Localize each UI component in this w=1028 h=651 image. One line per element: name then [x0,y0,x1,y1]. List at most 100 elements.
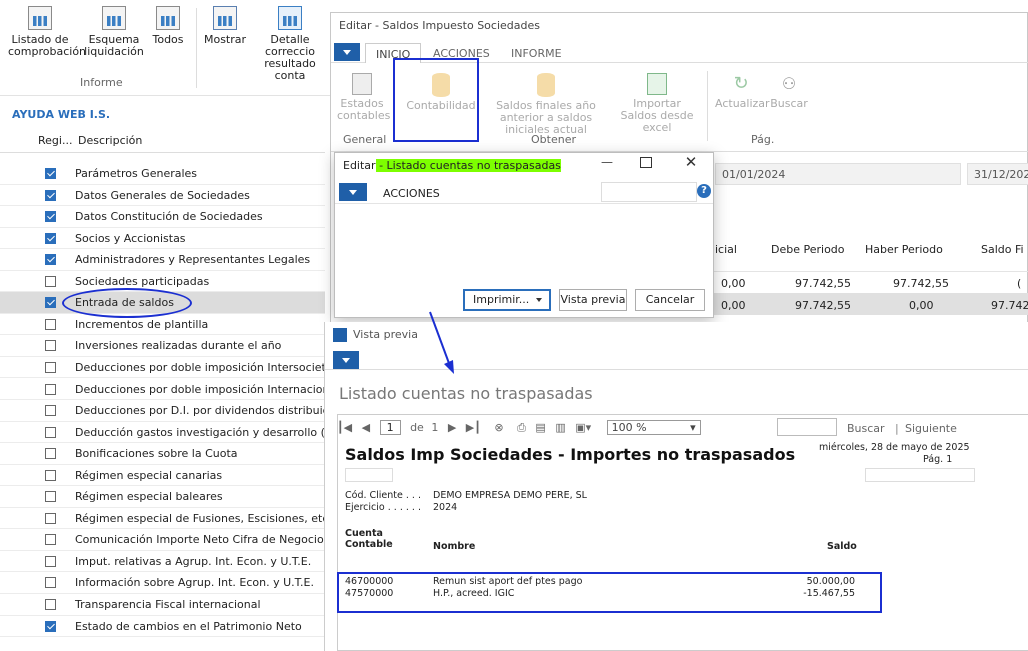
binoculars-icon: ⚇ [781,74,797,93]
buscar-button[interactable]: ⚇ Buscar [769,73,809,110]
checkbox[interactable] [45,577,56,589]
page-setup-icon[interactable]: ▥ [555,421,565,434]
column-header-descripcion[interactable]: Descripción [78,134,142,147]
search-input[interactable] [601,182,697,202]
cancelar-button[interactable]: Cancelar [635,289,705,311]
table-row-selected[interactable] [711,293,1028,315]
annotation-box-rows [337,572,882,613]
page-number-input[interactable]: 1 [379,420,401,435]
tab-informe[interactable]: INFORME [511,47,562,60]
estados-contables-button[interactable]: Estados contables [337,73,390,122]
checkbox[interactable] [45,275,56,287]
list-item[interactable]: Comunicación Importe Neto Cifra de Negoc… [0,529,329,551]
buscar-link[interactable]: Buscar [847,422,885,435]
list-item[interactable]: Deducciones por doble imposición Interna… [0,379,339,400]
list-item[interactable]: Inversiones realizadas durante el año [0,335,325,357]
print-icon[interactable]: ⎙ [517,421,526,434]
checkbox[interactable] [45,254,56,266]
close-button[interactable]: ✕ [681,153,701,173]
vista-previa-button[interactable]: Vista previa [559,289,627,311]
left-ribbon: Listado de comprobación Esquema liquidac… [0,0,330,96]
list-item[interactable]: Transparencia Fiscal internacional [0,594,325,616]
date-from-field[interactable]: 01/01/2024 [715,163,961,185]
last-page-icon[interactable]: ▶┃ [466,421,481,434]
actualizar-button[interactable]: ↻ Actualizar [715,73,770,110]
checkbox[interactable] [45,620,56,632]
checkbox[interactable] [45,599,56,610]
esquema-liquidacion-button[interactable]: Esquema liquidación [84,6,144,58]
list-item[interactable]: Bonificaciones sobre la Cuota [0,443,325,465]
checkbox[interactable] [45,534,56,546]
stop-icon[interactable]: ⊗ [494,421,503,434]
window-title: Vista previa [353,328,418,341]
ejercicio-value: 2024 [433,502,458,513]
checkbox[interactable] [45,405,56,417]
acciones-tab[interactable]: ACCIONES [383,187,440,200]
menu-button[interactable] [333,351,359,369]
layout-icon[interactable]: ▤ [535,421,545,434]
checkbox[interactable] [45,318,56,330]
checkbox[interactable] [45,211,56,223]
list-item[interactable]: Administradores y Representantes Legales [0,249,325,271]
export-icon[interactable]: ▣▾ [575,421,591,434]
checkbox[interactable] [45,340,56,352]
siguiente-link[interactable]: Siguiente [905,422,957,435]
separator: | [895,422,899,435]
saldos-finales-button[interactable]: Saldos finales año anterior a saldos ini… [479,73,613,136]
column-header-debe[interactable]: Debe Periodo [771,243,845,256]
help-icon[interactable]: ? [697,184,711,198]
first-page-icon[interactable]: ┃◀ [337,421,352,434]
menu-button[interactable] [339,183,367,201]
list-item[interactable]: Información sobre Agrup. Int. Econ. y U.… [0,572,325,594]
checkbox[interactable] [45,426,56,438]
checkbox[interactable] [45,448,56,460]
column-header-reg[interactable]: Regi... [38,134,72,147]
checkbox[interactable] [45,361,56,373]
detalle-correccion-button[interactable]: Detalle correccio resultado conta [250,6,330,82]
checkbox[interactable] [45,232,56,244]
list-item[interactable]: Deducción gastos investigación y desarro… [0,422,350,444]
next-page-icon[interactable]: ▶ [448,421,456,434]
list-item[interactable]: Socios y Accionistas [0,228,325,250]
checkbox[interactable] [45,469,56,481]
todos-button[interactable]: Todos [148,6,188,46]
checkbox[interactable] [45,555,56,567]
mostrar-button[interactable]: Mostrar [202,6,248,46]
checkbox[interactable] [45,168,56,179]
list-item[interactable]: Incrementos de plantilla [0,314,325,336]
list-item[interactable]: Régimen especial de Fusiones, Escisiones… [0,508,332,530]
list-item[interactable]: Parámetros Generales [0,163,325,185]
checkbox[interactable] [45,383,56,395]
cod-cliente-label: Cód. Cliente . . . [345,490,421,501]
column-header-haber[interactable]: Haber Periodo [865,243,943,256]
list-item[interactable]: Régimen especial baleares [0,486,325,508]
list-item[interactable]: Datos Constitución de Sociedades [0,206,325,228]
menu-button[interactable] [334,43,360,61]
list-item[interactable]: Deducciones por D.I. por dividendos dist… [0,400,342,422]
prev-page-icon[interactable]: ◀ [362,421,370,434]
list-item[interactable]: Sociedades participadas [0,271,325,293]
list-item-label: Socios y Accionistas [75,231,186,245]
imprimir-button[interactable]: Imprimir... [463,289,551,311]
list-item[interactable]: Estado de cambios en el Patrimonio Neto [0,616,325,638]
divider [0,152,325,153]
list-item[interactable]: Régimen especial canarias [0,465,325,487]
list-item-label: Régimen especial canarias [75,468,223,482]
checkbox[interactable] [45,491,56,503]
checkbox[interactable] [45,512,56,524]
list-item[interactable]: Datos Generales de Sociedades [0,185,325,207]
importar-saldos-button[interactable]: Importar Saldos desde excel [615,73,699,134]
column-header-inicial[interactable]: icial [715,243,737,256]
find-input[interactable] [777,418,837,436]
column-header-saldo[interactable]: Saldo Fi [981,243,1028,256]
date-to-field[interactable]: 31/12/202 [967,163,1028,185]
list-item[interactable]: Deducciones por doble imposición Interso… [0,357,347,379]
maximize-button[interactable] [640,157,652,168]
zoom-select[interactable]: 100 % ▾ [606,420,701,435]
list-item-label: Transparencia Fiscal internacional [75,598,261,611]
listado-comprobacion-button[interactable]: Listado de comprobación [8,6,86,58]
list-item[interactable]: Imput. relativas a Agrup. Int. Econ. y U… [0,551,325,573]
checkbox[interactable] [45,297,56,309]
minimize-button[interactable]: — [597,155,617,173]
checkbox[interactable] [45,189,56,201]
